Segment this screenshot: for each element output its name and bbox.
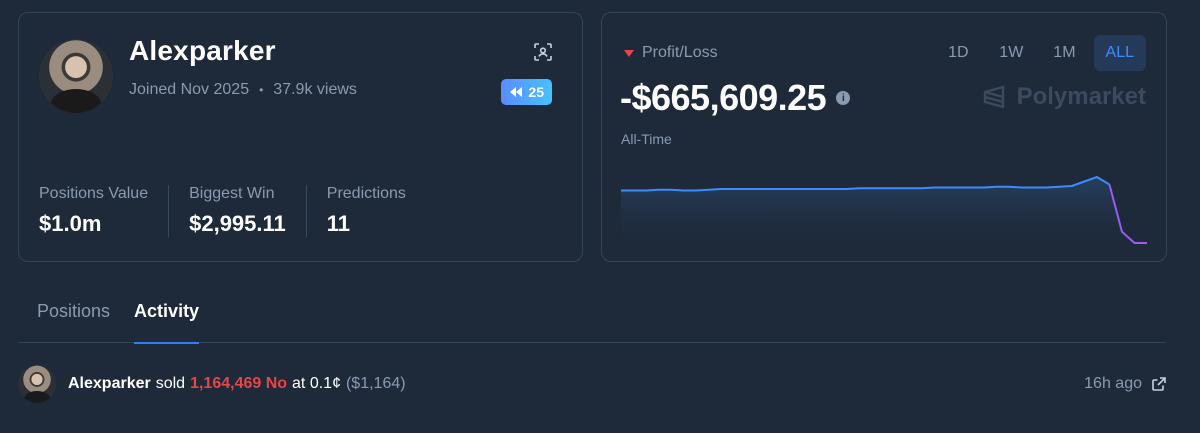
period-label: All-Time (621, 131, 672, 147)
polymarket-mark-icon (983, 85, 1004, 109)
badge-count: 25 (528, 84, 544, 100)
activity-user[interactable]: Alexparker (68, 375, 151, 393)
tab-bar: Positions Activity (18, 290, 1166, 344)
activity-usd: ($1,164) (345, 375, 406, 392)
range-1w[interactable]: 1W (987, 35, 1035, 71)
profit-loss-chart[interactable] (621, 163, 1147, 253)
activity-price: at 0.1¢ (292, 375, 341, 392)
chart-series-line (621, 175, 1110, 192)
profile-stats: Positions Value $1.0m Biggest Win $2,995… (39, 185, 426, 237)
activity-time-group: 16h ago (1084, 375, 1166, 393)
range-1m[interactable]: 1M (1041, 35, 1087, 71)
brand-name: Polymarket (1016, 83, 1146, 110)
range-1d[interactable]: 1D (935, 35, 981, 71)
activity-action: sold (155, 375, 186, 392)
rewind-badge[interactable]: 25 (501, 79, 552, 105)
profile-card: Alexparker Joined Nov 2025 • 37.9k views… (18, 12, 583, 262)
activity-row[interactable]: Alexparker sold 1,164,469 No at 0.1¢ ($1… (18, 362, 1166, 406)
scan-profile-icon[interactable] (534, 43, 552, 61)
stat-label: Predictions (326, 185, 406, 202)
separator-dot: • (259, 83, 264, 97)
avatar[interactable] (39, 39, 113, 113)
profit-loss-value-row: -$665,609.25 i (620, 77, 851, 119)
stat-positions-value: Positions Value $1.0m (39, 185, 168, 237)
username: Alexparker (129, 35, 276, 66)
down-triangle-icon (624, 49, 634, 57)
stat-predictions: Predictions 11 (305, 185, 426, 237)
tab-activity[interactable]: Activity (134, 290, 200, 344)
activity-quantity: 1,164,469 No (190, 375, 288, 392)
range-all[interactable]: ALL (1093, 35, 1146, 71)
stat-label: Positions Value (39, 185, 149, 202)
profit-loss-card: Profit/Loss 1D 1W 1M ALL -$665,609.25 i … (601, 12, 1167, 262)
stat-value: 11 (326, 211, 351, 236)
profit-loss-title: Profit/Loss (642, 44, 718, 61)
profit-loss-label: Profit/Loss (624, 44, 718, 62)
polymarket-logo: Polymarket (981, 83, 1146, 111)
stat-value: $1.0m (39, 211, 102, 236)
view-count: 37.9k views (273, 81, 357, 98)
external-link-icon[interactable] (1152, 377, 1166, 391)
joined-date: Joined Nov 2025 (129, 81, 250, 98)
stat-label: Biggest Win (189, 185, 275, 202)
profit-loss-value: -$665,609.25 (620, 77, 827, 118)
range-selector: 1D 1W 1M ALL (935, 35, 1146, 71)
tab-positions[interactable]: Positions (37, 290, 110, 343)
stat-biggest-win: Biggest Win $2,995.11 (168, 185, 306, 237)
activity-text: Alexparker sold 1,164,469 No at 0.1¢ ($1… (68, 375, 406, 393)
avatar[interactable] (18, 365, 56, 403)
profile-meta: Joined Nov 2025 • 37.9k views (129, 81, 357, 99)
stat-value: $2,995.11 (189, 211, 286, 236)
activity-time: 16h ago (1084, 375, 1142, 392)
rewind-icon (510, 87, 523, 97)
info-icon[interactable]: i (836, 91, 851, 105)
